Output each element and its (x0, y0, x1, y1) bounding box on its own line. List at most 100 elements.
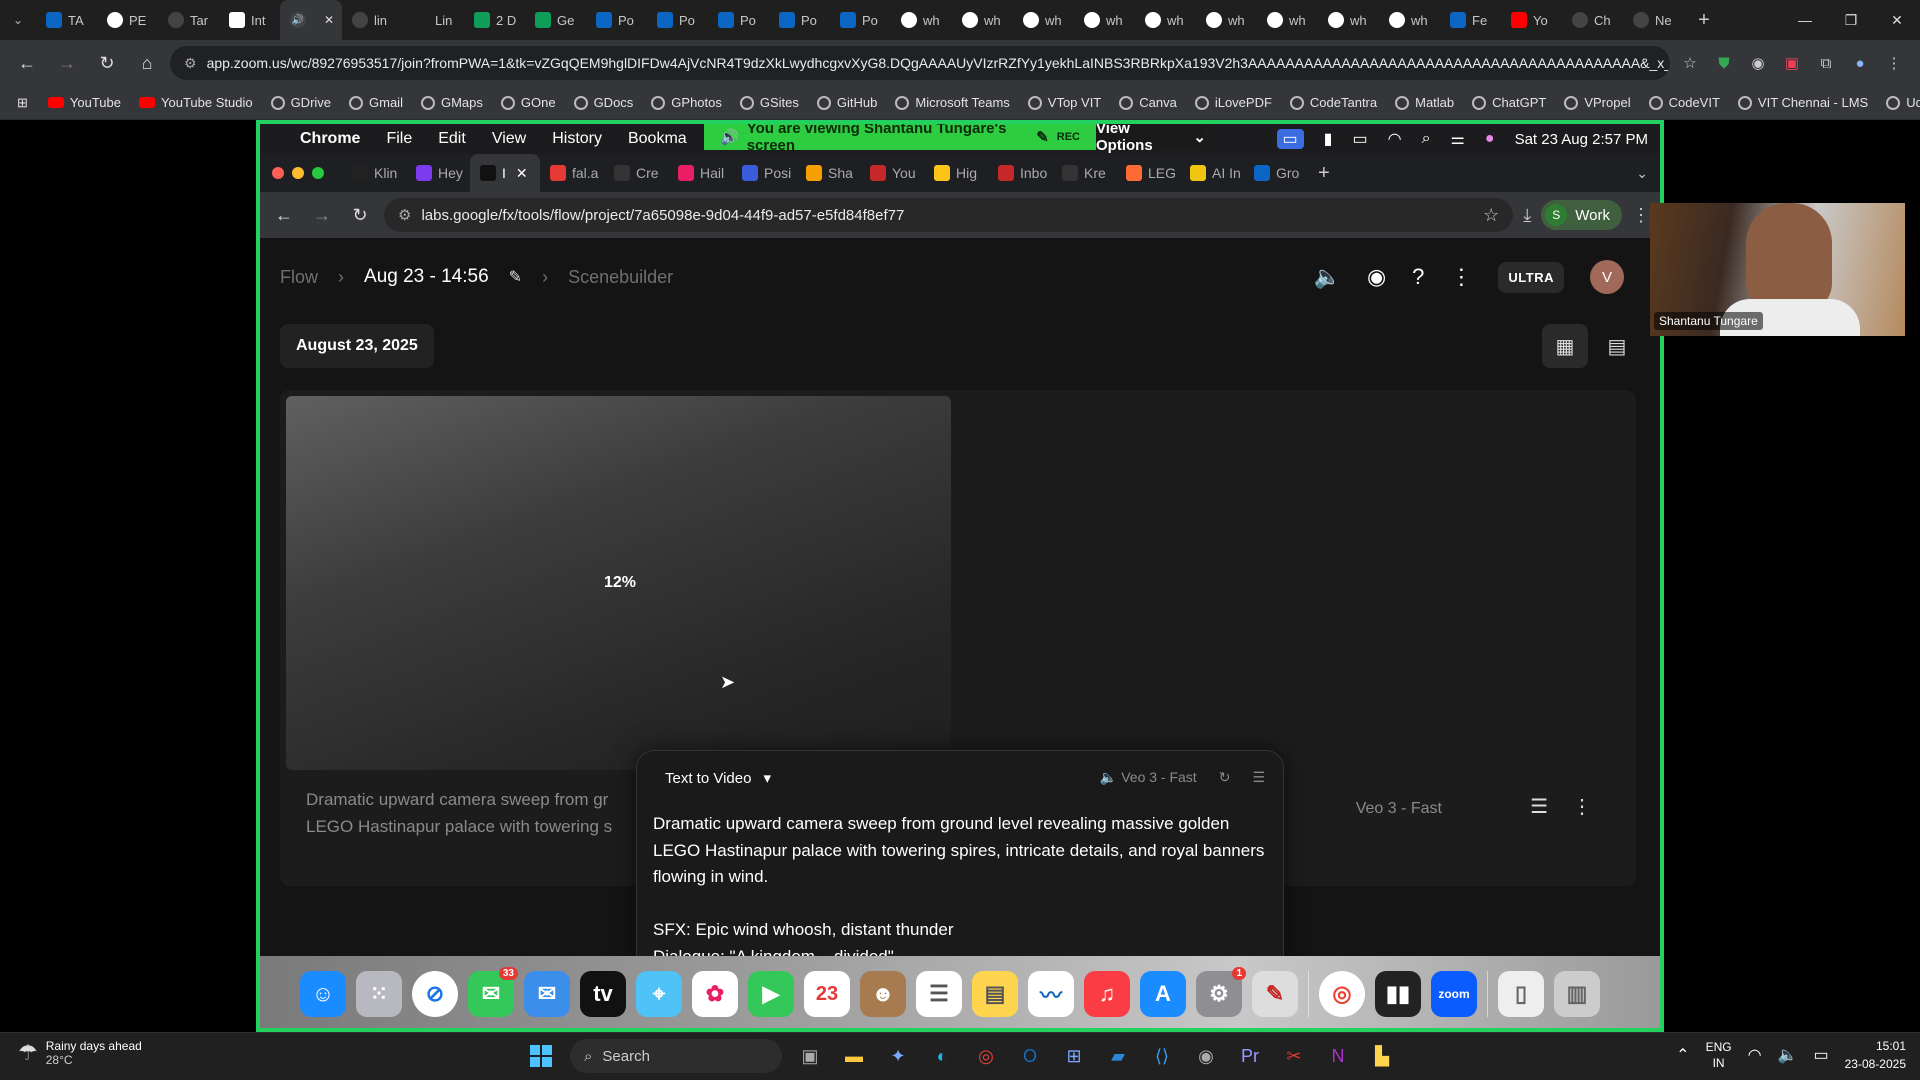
browser-tab[interactable]: wh (1135, 0, 1196, 40)
crumb-project[interactable]: Aug 23 - 14:56 (364, 266, 489, 288)
inner-browser-tab[interactable]: Inbo (988, 154, 1052, 192)
browser-tab[interactable]: Ne (1623, 0, 1684, 40)
browser-tab[interactable]: wh (891, 0, 952, 40)
close-dot[interactable] (272, 167, 284, 179)
browser-tab[interactable]: Fe (1440, 0, 1501, 40)
browser-tab[interactable]: wh (1379, 0, 1440, 40)
inner-new-tab-button[interactable]: + (1318, 162, 1330, 185)
discord-icon[interactable]: ◉ (1367, 264, 1386, 290)
chrome-icon[interactable]: ◎ (1319, 971, 1365, 1017)
facetime-icon[interactable]: ▶ (748, 971, 794, 1017)
browser-tab[interactable]: Po (647, 0, 708, 40)
browser-tab[interactable]: wh (952, 0, 1013, 40)
safari-icon[interactable]: ⊘ (412, 971, 458, 1017)
browser-tab[interactable]: Tar (158, 0, 219, 40)
new-tab-button[interactable]: + (1684, 9, 1724, 32)
tray-chevron-icon[interactable]: ⌃ (1676, 1045, 1689, 1065)
apps-grid-icon[interactable]: ⊞ (8, 89, 37, 117)
browser-tab[interactable]: wh (1074, 0, 1135, 40)
browser-tab[interactable]: Ch (1562, 0, 1623, 40)
music-icon[interactable]: ♫ (1084, 971, 1130, 1017)
menu-edit[interactable]: Edit (438, 130, 466, 148)
tab-search-button[interactable]: ⌄ (0, 0, 36, 40)
chrome-taskbar-icon[interactable]: ◎ (970, 1039, 1002, 1073)
inner-browser-tab[interactable]: Posi (732, 154, 796, 192)
premiere-icon[interactable]: Pr (1234, 1039, 1266, 1073)
browser-tab[interactable]: 🔊 ✕ (280, 0, 342, 40)
address-bar[interactable]: ⚙ app.zoom.us/wc/89276953517/join?fromPW… (170, 46, 1670, 80)
browser-tab[interactable]: wh (1196, 0, 1257, 40)
spotlight-search-icon[interactable]: ⌕ (1422, 130, 1431, 148)
bookmark-item[interactable]: Udemy (1877, 89, 1920, 117)
profile-chip[interactable]: S Work (1541, 200, 1622, 230)
browser-tab[interactable]: Int (219, 0, 280, 40)
volume-tray-icon[interactable]: 🔈 (1778, 1045, 1798, 1065)
inner-browser-tab[interactable]: Hig (924, 154, 988, 192)
siri-icon[interactable]: ● (1485, 130, 1495, 148)
photos-icon[interactable]: ✿ (692, 971, 738, 1017)
crumb-scenebuilder[interactable]: Scenebuilder (568, 267, 673, 288)
inner-browser-tab[interactable]: Hail (668, 154, 732, 192)
edit-pencil-icon[interactable]: ✎ (509, 267, 522, 287)
freeform-icon[interactable]: 〰 (1028, 971, 1074, 1017)
bookmark-item[interactable]: Gmail (340, 89, 412, 117)
browser-tab[interactable]: Po (708, 0, 769, 40)
forward-button[interactable]: → (50, 46, 84, 80)
inner-reload-button[interactable]: ↻ (346, 205, 374, 226)
crumb-flow[interactable]: Flow (280, 267, 318, 288)
browser-tab[interactable]: wh (1257, 0, 1318, 40)
settings-sliders-icon[interactable]: ☰ (1252, 769, 1265, 786)
refresh-icon[interactable]: ↻ (1219, 769, 1231, 786)
bookmark-item[interactable]: CodeTantra (1281, 89, 1386, 117)
notes-icon[interactable]: ▤ (972, 971, 1018, 1017)
site-settings-icon[interactable]: ⚙ (398, 206, 411, 224)
obs-icon[interactable]: ◉ (1190, 1039, 1222, 1073)
maps-icon[interactable]: ⌖ (636, 971, 682, 1017)
inner-browser-tab[interactable]: Sha (796, 154, 860, 192)
profile-avatar[interactable]: ● (1846, 49, 1874, 77)
pocket-extension-icon[interactable]: ▣ (1778, 49, 1806, 77)
bookmark-item[interactable]: GOne (492, 89, 565, 117)
onenote-icon[interactable]: N (1322, 1039, 1354, 1073)
bookmark-item[interactable]: ChatGPT (1463, 89, 1555, 117)
browser-tab[interactable]: wh (1318, 0, 1379, 40)
mail-icon[interactable]: ✉ (524, 971, 570, 1017)
bookmark-item[interactable]: VTop VIT (1019, 89, 1110, 117)
inner-forward-button[interactable]: → (308, 205, 336, 226)
contacts-icon[interactable]: ☻ (860, 971, 906, 1017)
chrome-menu-icon[interactable]: ⋮ (1880, 49, 1908, 77)
task-view-icon[interactable]: ▣ (794, 1039, 826, 1073)
menu-file[interactable]: File (386, 130, 412, 148)
weather-widget[interactable]: ☂ Rainy days ahead 28°C (18, 1039, 142, 1067)
menu-view[interactable]: View (492, 130, 526, 148)
pencil-app-icon[interactable]: ✎ (1252, 971, 1298, 1017)
taskbar-search[interactable]: ⌕ Search (570, 1039, 782, 1073)
control-center-icon[interactable]: ⚌ (1451, 129, 1465, 149)
inner-bookmark-star-icon[interactable]: ☆ (1483, 205, 1499, 226)
tab-list-chevron-icon[interactable]: ⌄ (1636, 165, 1648, 182)
browser-tab[interactable]: Po (769, 0, 830, 40)
inner-browser-tab[interactable]: Klin (342, 154, 406, 192)
bookmark-item[interactable]: VPropel (1555, 89, 1639, 117)
grid-large-view-icon[interactable]: ▦ (1542, 324, 1588, 368)
minimize-dot[interactable] (292, 167, 304, 179)
browser-tab[interactable]: Po (586, 0, 647, 40)
video-preview[interactable]: 12% (286, 396, 951, 770)
wifi-tray-icon[interactable]: ◠ (1748, 1045, 1762, 1065)
extensions-puzzle-icon[interactable]: ⧉ (1812, 49, 1840, 77)
browser-tab[interactable]: Yo (1501, 0, 1562, 40)
bookmark-item[interactable]: Microsoft Teams (886, 89, 1018, 117)
inner-browser-tab[interactable]: Cre (604, 154, 668, 192)
browser-tab[interactable]: Po (830, 0, 891, 40)
menu-history[interactable]: History (552, 130, 602, 148)
audio-toggle-icon[interactable]: 🔈 Veo 3 - Fast (1100, 769, 1197, 786)
more-vert-icon[interactable]: ⋮ (1450, 264, 1472, 290)
view-options-button[interactable]: View Options ⌄ (1096, 124, 1206, 154)
bookmark-star-icon[interactable]: ☆ (1676, 49, 1704, 77)
finder-icon[interactable]: ☺ (300, 971, 346, 1017)
taskbar-clock[interactable]: 15:01 23-08-2025 (1845, 1037, 1906, 1073)
copilot-icon[interactable]: ✦ (882, 1039, 914, 1073)
bookmark-item[interactable]: Canva (1110, 89, 1186, 117)
edge-icon[interactable]: ◐ (926, 1039, 958, 1073)
user-icon[interactable]: ▮ (1324, 129, 1333, 149)
